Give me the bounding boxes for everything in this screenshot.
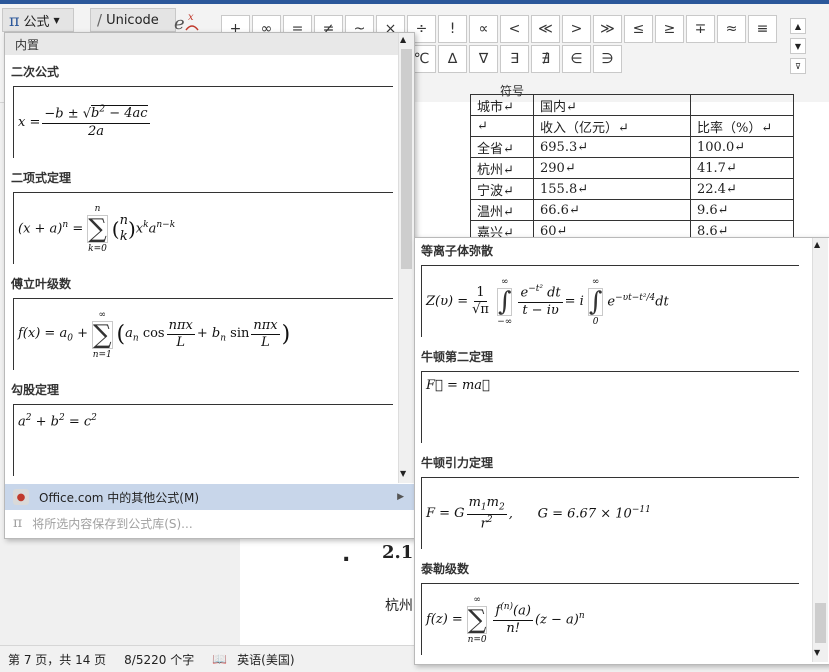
save-selection-label: 将所选内容保存到公式库(S)... [32, 516, 193, 531]
symbol-button[interactable]: ∄ [531, 45, 560, 73]
table-cell[interactable]: 比率（%）↵ [690, 115, 794, 137]
scrollbar-thumb[interactable] [401, 49, 412, 269]
table-cell[interactable]: 9.6↵ [690, 199, 794, 221]
svg-text:e: e [174, 13, 185, 34]
symbol-button[interactable]: ∋ [593, 45, 622, 73]
unicode-button[interactable]: / Unicode [90, 8, 176, 32]
gallery-item-title: 二次公式 [11, 65, 60, 79]
equation-button[interactable]: π 公式 ▼ [2, 8, 74, 32]
data-table: 城市↵ 国内↵ ↵ 收入（亿元）↵ 比率（%）↵ 全省↵ 695.3↵ 100.0↵ 杭州↵ 29… [470, 94, 794, 242]
more-equations-panel: 等离子体弥散 Z(υ) = 1 √π ∞ ∫ −∞ e−t² dt t − iυ = i… [414, 237, 829, 665]
office-icon: ● [13, 489, 29, 505]
scroll-down-icon[interactable]: ▼ [814, 648, 820, 657]
pi-icon: π [9, 10, 20, 30]
symbol-button[interactable]: ∃ [500, 45, 529, 73]
table-cell[interactable]: 695.3↵ [533, 136, 691, 158]
scrollbar-thumb[interactable] [815, 603, 826, 643]
gallery-item-title: 勾股定理 [11, 383, 60, 397]
table-cell[interactable]: 杭州↵ [470, 157, 534, 179]
table-cell[interactable] [690, 94, 794, 116]
svg-text:x: x [188, 12, 194, 23]
gallery-item-fourier[interactable]: f(x) = a0 + ∞ ∑ n=1 ( an cos nπx L + bn sin… [13, 298, 393, 370]
symbol-button[interactable]: ≫ [593, 15, 622, 43]
symbol-button[interactable]: ∇ [469, 45, 498, 73]
symbol-button[interactable]: ∈ [562, 45, 591, 73]
panel-item-newton-second[interactable]: F⃗ = ma⃗ [421, 371, 799, 443]
gallery-scroll-up-icon[interactable]: ▲ [790, 18, 806, 34]
table-cell[interactable]: 155.8↵ [533, 178, 691, 200]
table-cell[interactable]: 温州↵ [470, 199, 534, 221]
symbol-button[interactable]: ∆ [438, 45, 467, 73]
table-row: 城市↵ 国内↵ [470, 94, 794, 116]
panel-item-taylor[interactable]: f(z) = ∞ ∑ n=0 f(n)(a) n! (z − a)n [421, 583, 799, 655]
menu-item-more-equations[interactable]: ● Office.com 中的其他公式(M) ▶ [5, 484, 414, 510]
panel-item-title: 牛顿第二定理 [421, 350, 494, 364]
symbol-button[interactable]: > [562, 15, 591, 43]
panel-item-title: 牛顿引力定理 [421, 456, 494, 470]
symbol-button[interactable]: < [500, 15, 529, 43]
table-cell[interactable]: 41.7↵ [690, 157, 794, 179]
symbol-button[interactable]: ≪ [531, 15, 560, 43]
more-equations-label: Office.com 中的其他公式(M) [39, 490, 200, 505]
gallery-item-quadratic[interactable]: x = −b ± √b2 − 4ac 2a [13, 86, 393, 158]
panel-item-title: 泰勒级数 [421, 562, 470, 576]
table-cell[interactable]: 国内↵ [533, 94, 691, 116]
panel-item-plasma-dispersion[interactable]: Z(υ) = 1 √π ∞ ∫ −∞ e−t² dt t − iυ = i ∞ ∫ 0 e−… [421, 265, 799, 337]
equation-gallery: 内置 二次公式 x = −b ± √b2 − 4ac 2a 二项式定理 (x + … [4, 32, 415, 539]
gallery-scroll-down-icon[interactable]: ▼ [790, 38, 806, 54]
gallery-item-pythagorean[interactable]: a2 + b2 = c2 [13, 404, 393, 476]
table-row: ↵ 收入（亿元）↵ 比率（%）↵ [470, 115, 794, 137]
bullet: . [342, 542, 351, 567]
slash-icon: / [97, 11, 103, 29]
table-cell[interactable]: 100.0↵ [690, 136, 794, 158]
table-row: 温州↵ 66.6↵ 9.6↵ [470, 199, 794, 221]
chevron-right-icon: ▶ [397, 492, 404, 502]
scroll-up-icon[interactable]: ▲ [400, 35, 406, 44]
symbol-button[interactable]: ∝ [469, 15, 498, 43]
word-count[interactable]: 8/5220 个字 [124, 651, 194, 668]
symbol-button[interactable]: ≡ [748, 15, 777, 43]
gallery-item-binomial[interactable]: (x + a)n = n ∑ k=0 (n k) xkan−k [13, 192, 393, 264]
builtin-label: 内置 [15, 37, 40, 52]
table-cell[interactable]: ↵ [470, 115, 534, 137]
equation-label: 公式 [23, 14, 50, 30]
symbol-button[interactable]: ≈ [717, 15, 746, 43]
table-cell[interactable]: 22.4↵ [690, 178, 794, 200]
proofing-icon[interactable]: 📖 [212, 652, 227, 666]
gallery-item-title: 二项式定理 [11, 171, 72, 185]
table-cell[interactable]: 收入（亿元）↵ [533, 115, 691, 137]
panel-item-newton-gravity[interactable]: F = G m1m2 r2 , G = 6.67 × 10−11 [421, 477, 799, 549]
panel-item-title: 等离子体弥散 [421, 244, 494, 258]
chevron-down-icon: ▼ [53, 15, 60, 25]
gallery-item-title: 傅立叶级数 [11, 277, 72, 291]
language[interactable]: 英语(美国) [237, 651, 294, 668]
table-row: 宁波↵ 155.8↵ 22.4↵ [470, 178, 794, 200]
scroll-up-icon[interactable]: ▲ [814, 240, 820, 249]
symbol-button[interactable]: ! [438, 15, 467, 43]
panel-scrollbar[interactable]: ▲ ▼ [812, 238, 828, 662]
menu-item-save-selection[interactable]: π 将所选内容保存到公式库(S)... [5, 510, 414, 536]
table-row: 全省↵ 695.3↵ 100.0↵ [470, 136, 794, 158]
save-equation-icon: π [13, 515, 23, 531]
unicode-label: Unicode [106, 12, 159, 28]
gallery-expand-icon[interactable]: ⊽ [790, 58, 806, 74]
table-cell[interactable]: 290↵ [533, 157, 691, 179]
table-cell[interactable]: 66.6↵ [533, 199, 691, 221]
gallery-section-header: 内置 [5, 33, 399, 55]
gallery-scrollbar[interactable]: ▲ ▼ [398, 33, 414, 483]
symbol-button[interactable]: ∓ [686, 15, 715, 43]
symbol-button[interactable]: ≥ [655, 15, 684, 43]
scroll-down-icon[interactable]: ▼ [400, 469, 406, 478]
page-count[interactable]: 第 7 页，共 14 页 [8, 651, 106, 668]
table-cell[interactable]: 宁波↵ [470, 178, 534, 200]
table-cell[interactable]: 全省↵ [470, 136, 534, 158]
section-heading: 2.1 [382, 542, 414, 563]
table-row: 杭州↵ 290↵ 41.7↵ [470, 157, 794, 179]
latex-icon[interactable]: e x [172, 10, 204, 34]
table-cell[interactable]: 城市↵ [470, 94, 534, 116]
symbol-button[interactable]: ≤ [624, 15, 653, 43]
body-text: 杭州 [385, 598, 413, 614]
